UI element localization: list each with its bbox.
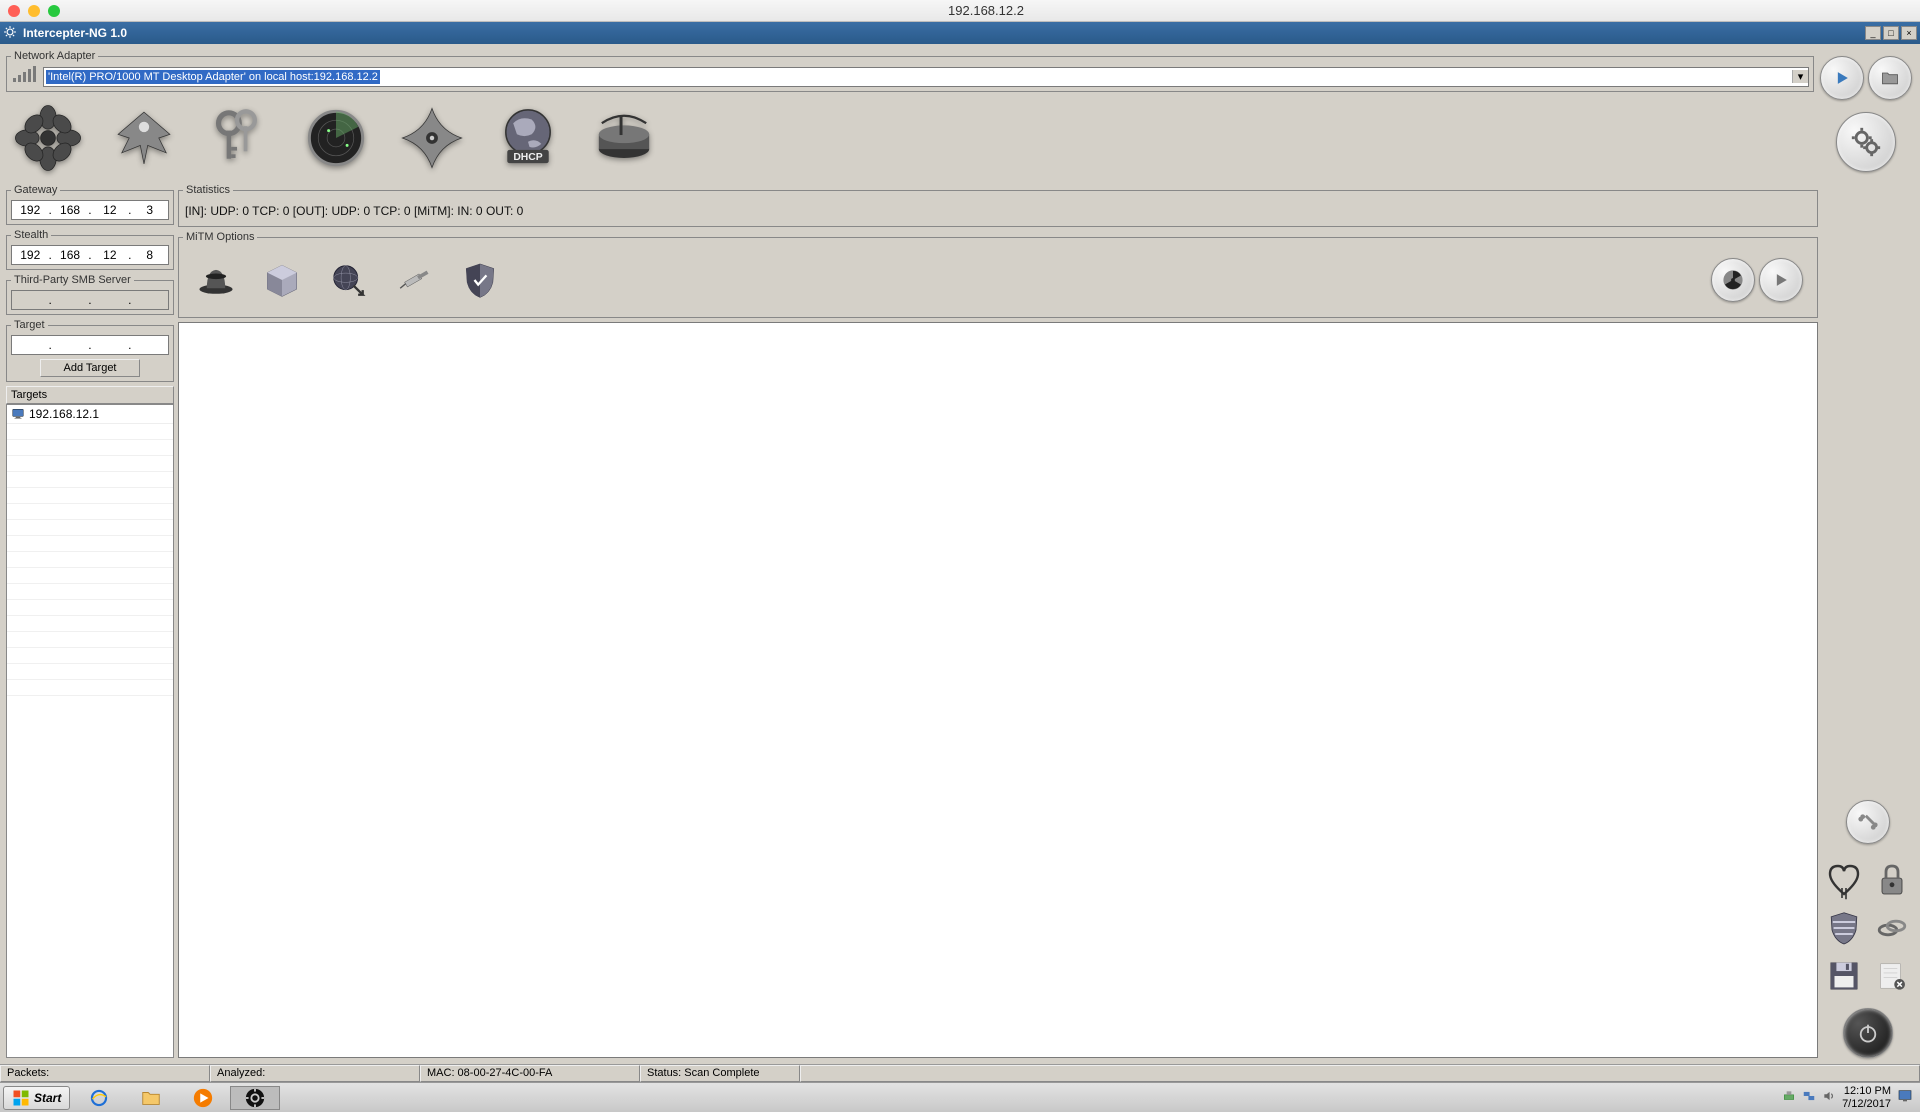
tray-clock[interactable]: 12:10 PM 7/12/2017	[1842, 1085, 1891, 1109]
adapter-selected: 'Intel(R) PRO/1000 MT Desktop Adapter' o…	[46, 70, 380, 84]
taskbar-explorer[interactable]	[126, 1086, 176, 1110]
radar-icon[interactable]	[296, 100, 376, 176]
minimize-button[interactable]: _	[1865, 26, 1881, 40]
settings-button[interactable]	[1836, 112, 1896, 172]
smb-server-legend: Third-Party SMB Server	[11, 274, 134, 286]
nuke-button[interactable]	[1711, 258, 1755, 302]
taskbar-media-player[interactable]	[178, 1086, 228, 1110]
close-button[interactable]: ×	[1901, 26, 1917, 40]
smb-server-fieldset: Third-Party SMB Server . . .	[6, 274, 174, 315]
tray-time: 12:10 PM	[1842, 1085, 1891, 1097]
app-title: Intercepter-NG 1.0	[21, 26, 1863, 40]
globe-arrow-icon[interactable]	[323, 255, 373, 305]
chevron-down-icon[interactable]: ▾	[1792, 70, 1808, 83]
smb-ip-input[interactable]: . . .	[11, 290, 169, 310]
spy-hat-icon[interactable]	[191, 255, 241, 305]
app-icon	[3, 25, 17, 42]
targets-header: Targets	[6, 386, 174, 404]
flower-icon[interactable]	[8, 100, 88, 176]
start-capture-button[interactable]	[1820, 56, 1864, 100]
adapter-dropdown[interactable]: 'Intel(R) PRO/1000 MT Desktop Adapter' o…	[43, 67, 1809, 87]
striped-shield-icon[interactable]	[1822, 906, 1866, 950]
status-packets: Packets:	[0, 1065, 210, 1082]
cube-icon[interactable]	[257, 255, 307, 305]
start-label: Start	[34, 1091, 61, 1105]
statistics-legend: Statistics	[183, 184, 233, 196]
mitm-options-legend: MiTM Options	[183, 231, 257, 243]
status-empty	[800, 1065, 1920, 1082]
mitm-play-button[interactable]	[1759, 258, 1803, 302]
eagle-icon[interactable]	[104, 100, 184, 176]
save-floppy-icon[interactable]	[1822, 954, 1866, 998]
statistics-fieldset: Statistics [IN]: UDP: 0 TCP: 0 [OUT]: UD…	[178, 184, 1818, 227]
syringe-icon[interactable]	[389, 255, 439, 305]
close-window-icon[interactable]	[8, 5, 20, 17]
statistics-text: [IN]: UDP: 0 TCP: 0 [OUT]: UDP: 0 TCP: 0…	[183, 200, 1813, 222]
gateway-fieldset: Gateway 192. 168. 12. 3	[6, 184, 174, 225]
stealth-legend: Stealth	[11, 229, 51, 241]
network-adapter-legend: Network Adapter	[11, 50, 98, 62]
bone-button[interactable]	[1846, 800, 1890, 844]
start-button[interactable]: Start	[3, 1086, 70, 1110]
host-window-title: 192.168.12.2	[60, 3, 1912, 18]
throwing-star-icon[interactable]	[392, 100, 472, 176]
notepad-delete-icon[interactable]	[1870, 954, 1914, 998]
status-status: Status: Scan Complete	[640, 1065, 800, 1082]
app-statusbar: Packets: Analyzed: MAC: 08-00-27-4C-00-F…	[0, 1064, 1920, 1082]
safely-remove-icon[interactable]	[1782, 1089, 1796, 1106]
mode-toolbar: DHCP	[4, 94, 1816, 182]
keys-icon[interactable]	[200, 100, 280, 176]
mitm-options-fieldset: MiTM Options	[178, 231, 1818, 318]
minimize-window-icon[interactable]	[28, 5, 40, 17]
taskbar: Start 12:10 PM 7/12/2017	[0, 1082, 1920, 1112]
status-analyzed: Analyzed:	[210, 1065, 420, 1082]
lock-icon[interactable]	[1870, 858, 1914, 902]
power-button[interactable]	[1843, 1008, 1893, 1058]
shield-check-icon[interactable]	[455, 255, 505, 305]
stealth-ip-input[interactable]: 192. 168. 12. 8	[11, 245, 169, 265]
tray-date: 7/12/2017	[1842, 1098, 1891, 1110]
dhcp-globe-icon[interactable]: DHCP	[488, 100, 568, 176]
network-tray-icon[interactable]	[1802, 1089, 1816, 1106]
signal-icon	[11, 66, 39, 87]
targets-list[interactable]: 192.168.12.1	[6, 404, 174, 1058]
open-file-button[interactable]	[1868, 56, 1912, 100]
zoom-window-icon[interactable]	[48, 5, 60, 17]
network-adapter-fieldset: Network Adapter 'Intel(R) PRO/1000 MT De…	[6, 50, 1814, 92]
host-titlebar: 192.168.12.2	[0, 0, 1920, 22]
app-titlebar: Intercepter-NG 1.0 _ □ ×	[0, 22, 1920, 44]
status-mac: MAC: 08-00-27-4C-00-FA	[420, 1065, 640, 1082]
svg-text:DHCP: DHCP	[513, 152, 542, 163]
stealth-fieldset: Stealth 192. 168. 12. 8	[6, 229, 174, 270]
heart-icon[interactable]	[1822, 858, 1866, 902]
taskbar-ie[interactable]	[74, 1086, 124, 1110]
targets-list-item[interactable]: 192.168.12.1	[7, 405, 173, 424]
taskbar-intercepter[interactable]	[230, 1086, 280, 1110]
maximize-button[interactable]: □	[1883, 26, 1899, 40]
target-ip-input[interactable]: . . .	[11, 335, 169, 355]
target-item-ip: 192.168.12.1	[29, 407, 99, 421]
target-fieldset: Target . . . Add Target	[6, 319, 174, 382]
router-icon[interactable]	[584, 100, 664, 176]
rings-icon[interactable]	[1870, 906, 1914, 950]
gateway-ip-input[interactable]: 192. 168. 12. 3	[11, 200, 169, 220]
show-desktop-icon[interactable]	[1897, 1088, 1913, 1107]
target-legend: Target	[11, 319, 48, 331]
volume-icon[interactable]	[1822, 1089, 1836, 1106]
gateway-legend: Gateway	[11, 184, 60, 196]
log-area[interactable]	[178, 322, 1818, 1058]
system-tray: 12:10 PM 7/12/2017	[1782, 1085, 1917, 1109]
add-target-button[interactable]: Add Target	[40, 359, 140, 377]
